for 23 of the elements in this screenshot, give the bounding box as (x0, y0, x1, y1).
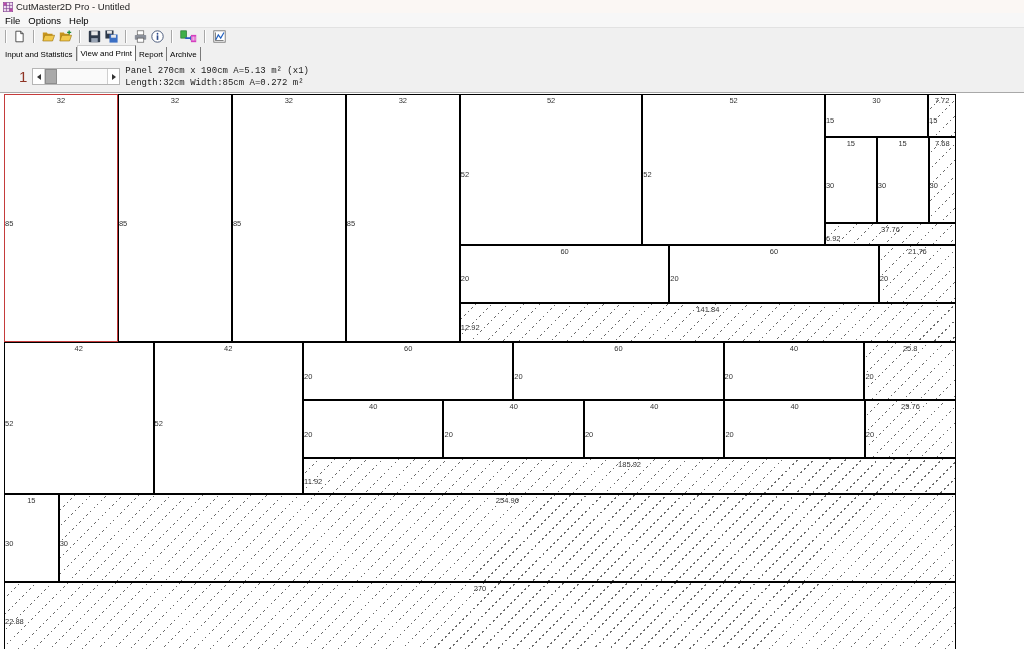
window-title: CutMaster2D Pro - Untitled (16, 1, 131, 12)
left-arrow-icon (36, 73, 41, 80)
tab[interactable]: View and Print (76, 45, 137, 61)
menu-item[interactable]: Options (24, 14, 66, 26)
scrollbar-thumb[interactable] (45, 69, 58, 84)
panel-scrollbar[interactable] (32, 68, 121, 85)
app-icon (3, 1, 13, 12)
info-icon[interactable] (151, 29, 164, 43)
menu-item[interactable]: File (1, 14, 25, 26)
scroll-right-button[interactable] (107, 69, 120, 84)
folder-icon[interactable] (42, 29, 55, 43)
floppy-disks-icon[interactable] (105, 29, 118, 43)
menu-item[interactable]: Help (65, 14, 93, 26)
chart-icon[interactable] (213, 29, 226, 43)
panel-number: 1 (19, 68, 28, 85)
page-icon[interactable] (13, 29, 26, 43)
arrow-boxes-icon[interactable] (180, 29, 197, 43)
printer-icon[interactable] (134, 29, 147, 43)
panel-info-text: Panel 270cm x 190cm A=5.13 m² (x1) (125, 64, 309, 77)
right-arrow-icon (111, 73, 116, 80)
scroll-left-button[interactable] (33, 69, 46, 84)
folder-plus-icon[interactable] (59, 29, 72, 43)
piece-info-text: Length:32cm Width:85cm A=0.272 m² (125, 76, 305, 89)
